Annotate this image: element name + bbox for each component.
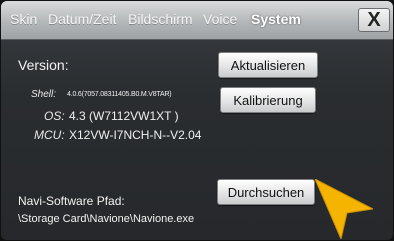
os-key: OS: <box>44 109 65 123</box>
tab-datum-zeit[interactable]: Datum/Zeit <box>48 11 116 27</box>
calibrate-button[interactable]: Kalibrierung <box>220 87 316 113</box>
shell-value: 4.0.6(7057.08311405.B0.M.V8TAR) <box>67 91 172 98</box>
tab-system[interactable]: System <box>251 11 301 27</box>
os-value: 4.3 (W7112VW1XT ) <box>69 109 179 123</box>
mcu-value: X12VW-I7NCH-N--V2.04 <box>69 128 202 142</box>
navi-path-label: Navi-Software Pfad: <box>18 194 125 208</box>
navi-path-value: \Storage Card\Navione\Navione.exe <box>18 213 195 225</box>
mcu-key: MCU: <box>34 128 65 142</box>
settings-window: Skin Datum/Zeit Bildschirm Voice System … <box>1 1 393 240</box>
tab-bildschirm[interactable]: Bildschirm <box>128 11 193 27</box>
update-button[interactable]: Aktualisieren <box>218 52 318 78</box>
tab-bar: Skin Datum/Zeit Bildschirm Voice System … <box>1 1 393 40</box>
arrow-pointer-icon <box>315 179 373 239</box>
tab-voice[interactable]: Voice <box>203 11 237 27</box>
shell-key: Shell: <box>31 89 57 100</box>
browse-button[interactable]: Durchsuchen <box>217 179 315 205</box>
close-button[interactable]: X <box>358 8 390 32</box>
version-label: Version: <box>18 57 69 73</box>
close-icon: X <box>367 9 381 31</box>
tab-skin[interactable]: Skin <box>10 11 37 27</box>
